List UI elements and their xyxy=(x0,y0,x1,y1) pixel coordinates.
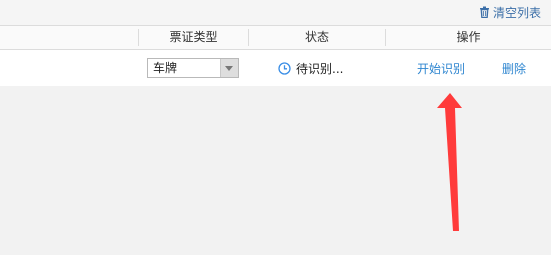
annotation-arrow xyxy=(437,93,462,231)
